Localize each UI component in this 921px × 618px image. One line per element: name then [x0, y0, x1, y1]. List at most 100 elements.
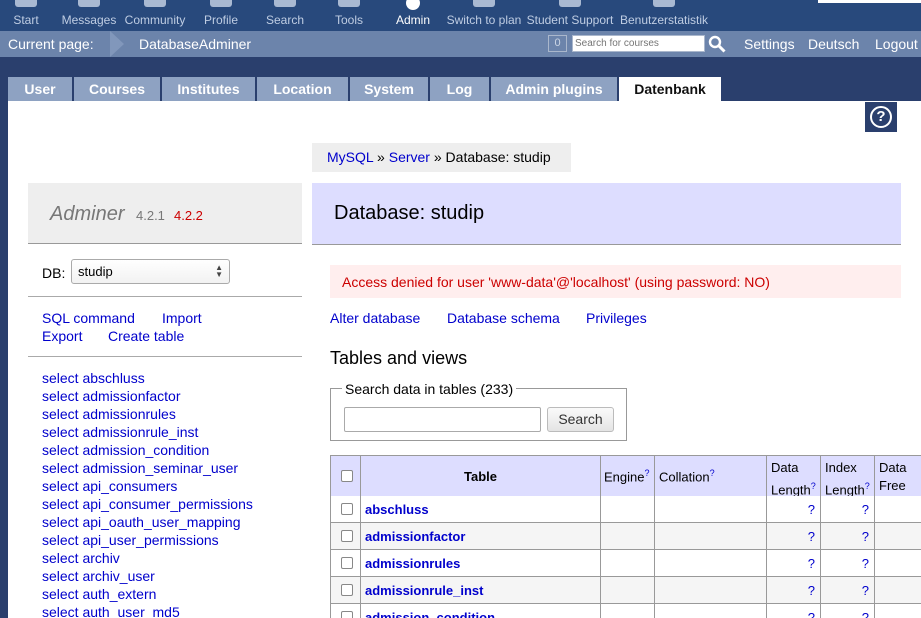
row-checkbox[interactable] — [341, 530, 353, 542]
help-link[interactable]: ? — [644, 468, 649, 478]
header-index-length-line2: Length — [825, 482, 865, 497]
index-length-cell[interactable]: ? — [821, 550, 875, 577]
select-table-link[interactable]: select admissionrules — [42, 406, 176, 422]
select-table-link[interactable]: select auth_extern — [42, 586, 156, 602]
select-table-link[interactable]: select admissionrule_inst — [42, 424, 198, 440]
top-search-box[interactable] — [818, 0, 921, 3]
select-table-link[interactable]: select archiv_user — [42, 568, 155, 584]
select-table-link[interactable]: select api_consumers — [42, 478, 177, 494]
adminer-name[interactable]: Adminer — [50, 203, 124, 226]
help-button[interactable]: ? — [865, 102, 897, 132]
database-schema-link[interactable]: Database schema — [447, 310, 560, 326]
alter-database-link[interactable]: Alter database — [330, 310, 420, 326]
select-table-link[interactable]: select auth_user_md5 — [42, 604, 180, 618]
privileges-link[interactable]: Privileges — [586, 310, 647, 326]
engine-cell — [601, 577, 655, 604]
nav-switch-to-plan[interactable]: Switch to plan — [446, 0, 522, 31]
row-checkbox[interactable] — [341, 557, 353, 569]
index-length-cell[interactable]: ? — [821, 604, 875, 618]
row-checkbox-cell — [330, 523, 361, 550]
help-link[interactable]: ? — [811, 481, 816, 491]
adminer-new-version[interactable]: 4.2.2 — [174, 208, 203, 223]
page-title: Database: studip — [312, 183, 901, 245]
db-select-value: studip — [78, 264, 113, 279]
select-all-checkbox[interactable] — [341, 470, 353, 482]
tab-datenbank[interactable]: Datenbank — [619, 77, 722, 101]
nav-label: Student Support — [526, 13, 614, 27]
index-length-cell[interactable]: ? — [821, 523, 875, 550]
help-link[interactable]: ? — [710, 468, 715, 478]
select-table-link[interactable]: select admissionfactor — [42, 388, 181, 404]
breadcrumb-mysql-link[interactable]: MySQL — [327, 149, 373, 165]
db-select[interactable]: studip ▲ ▼ — [71, 259, 230, 284]
tab-admin-plugins[interactable]: Admin plugins — [491, 77, 618, 101]
select-table-link[interactable]: select api_oauth_user_mapping — [42, 514, 240, 530]
select-arrows-icon: ▲ ▼ — [215, 263, 223, 279]
data-length-cell[interactable]: ? — [767, 523, 821, 550]
table-name-link[interactable]: abschluss — [361, 496, 601, 523]
logout-link[interactable]: Logout — [875, 36, 918, 52]
search-icon[interactable] — [708, 35, 726, 53]
tab-institutes[interactable]: Institutes — [162, 77, 256, 101]
table-name-link[interactable]: admission_condition — [361, 604, 601, 618]
breadcrumb-server-link[interactable]: Server — [389, 149, 430, 165]
tab-system[interactable]: System — [350, 77, 429, 101]
index-length-cell[interactable]: ? — [821, 496, 875, 523]
row-checkbox[interactable] — [341, 503, 353, 515]
search-data-input[interactable] — [344, 407, 541, 432]
nav-profile[interactable]: Profile — [198, 0, 244, 31]
help-link[interactable]: ? — [865, 481, 870, 491]
table-row: admissionrule_inst?? — [330, 577, 921, 604]
mail-icon — [78, 0, 100, 7]
table-row: admissionfactor?? — [330, 523, 921, 550]
index-length-cell[interactable]: ? — [821, 577, 875, 604]
data-length-cell[interactable]: ? — [767, 604, 821, 618]
language-link[interactable]: Deutsch — [808, 36, 859, 52]
select-table-link[interactable]: select abschluss — [42, 370, 145, 386]
header-collation: Collation? — [655, 456, 767, 497]
tab-log[interactable]: Log — [430, 77, 490, 101]
error-message: Access denied for user 'www-data'@'local… — [330, 265, 901, 298]
header-index-length-line1: Index — [825, 460, 857, 475]
nav-student-support[interactable]: Student Support — [526, 0, 614, 31]
nav-community[interactable]: Community — [123, 0, 187, 31]
nav-admin[interactable]: Admin — [392, 0, 434, 31]
course-search-input[interactable] — [572, 35, 705, 52]
nav-benutzerstatistik[interactable]: Benutzerstatistik — [618, 0, 710, 31]
header-data-length-line2: Length — [771, 482, 811, 497]
tab-location[interactable]: Location — [257, 77, 349, 101]
divider — [28, 296, 302, 297]
data-length-cell[interactable]: ? — [767, 577, 821, 604]
import-link[interactable]: Import — [162, 310, 202, 326]
home-icon — [15, 0, 37, 7]
settings-link[interactable]: Settings — [744, 36, 795, 52]
table-name-link[interactable]: admissionrule_inst — [361, 577, 601, 604]
header-data-free-line1: Data — [879, 460, 907, 475]
tools-icon — [338, 0, 360, 7]
nav-messages[interactable]: Messages — [60, 0, 118, 31]
nav-tools[interactable]: Tools — [328, 0, 370, 31]
create-table-link[interactable]: Create table — [108, 328, 184, 344]
header-engine: Engine? — [601, 456, 655, 497]
sql-command-link[interactable]: SQL command — [42, 310, 135, 326]
row-checkbox[interactable] — [341, 584, 353, 596]
export-link[interactable]: Export — [42, 328, 82, 344]
community-icon — [144, 0, 166, 7]
collation-cell — [655, 577, 767, 604]
search-button[interactable]: Search — [547, 407, 614, 432]
data-length-cell[interactable]: ? — [767, 496, 821, 523]
engine-cell — [601, 496, 655, 523]
tab-courses[interactable]: Courses — [74, 77, 161, 101]
tab-user[interactable]: User — [8, 77, 73, 101]
row-checkbox[interactable] — [341, 611, 353, 618]
data-length-cell[interactable]: ? — [767, 550, 821, 577]
select-table-link[interactable]: select admission_seminar_user — [42, 460, 238, 476]
select-table-link[interactable]: select api_consumer_permissions — [42, 496, 253, 512]
table-name-link[interactable]: admissionfactor — [361, 523, 601, 550]
nav-search[interactable]: Search — [262, 0, 308, 31]
nav-start[interactable]: Start — [0, 0, 52, 31]
table-name-link[interactable]: admissionrules — [361, 550, 601, 577]
select-table-link[interactable]: select archiv — [42, 550, 120, 566]
select-table-link[interactable]: select admission_condition — [42, 442, 209, 458]
select-table-link[interactable]: select api_user_permissions — [42, 532, 219, 548]
